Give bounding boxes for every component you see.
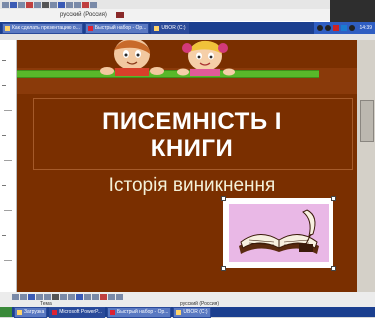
ruler-mark — [4, 160, 12, 161]
taskbar: Как сделать презентацию о... Быстрый наб… — [0, 22, 375, 34]
toolbar-button-icon[interactable] — [18, 1, 25, 8]
taskbar-button[interactable]: Быстрый набор - Op... — [106, 306, 172, 318]
ruler-tick — [2, 135, 6, 136]
ruler-tick — [2, 85, 6, 86]
formatting-toolbar — [0, 0, 332, 9]
ruler-tick — [2, 185, 6, 186]
toolbar-button-icon[interactable] — [84, 293, 91, 300]
slide-title[interactable]: ПИСЕМНІСТЬ І КНИГИ — [33, 108, 351, 162]
selection-handle[interactable] — [331, 266, 336, 271]
slide-canvas[interactable]: ПИСЕМНІСТЬ І КНИГИ Історія виникнення — [17, 40, 357, 293]
ruler-tick — [2, 60, 6, 61]
taskbar-button-label: Быстрый набор - Op... — [116, 308, 169, 315]
vertical-ruler — [0, 40, 17, 298]
toolbar-button-icon[interactable] — [66, 1, 73, 8]
toolbar-button-icon[interactable] — [26, 1, 33, 8]
folder-icon — [17, 309, 22, 315]
volume-icon[interactable] — [349, 25, 356, 31]
taskbar-button-label: UBOR (C:) — [161, 24, 186, 31]
toolbar-button-icon[interactable] — [74, 1, 81, 8]
language-bar: русский (Россия) — [0, 9, 330, 21]
scrollbar-thumb[interactable] — [360, 100, 374, 142]
network-icon[interactable] — [341, 25, 348, 31]
powerpoint-icon — [52, 309, 58, 315]
taskbar-button-label: UBOR (C:) — [183, 308, 208, 315]
taskbar-bottom: Загрузка Microsoft PowerP... Быстрый наб… — [0, 306, 375, 318]
taskbar-button[interactable]: Как сделать презентацию о... — [2, 22, 83, 34]
selection-handle[interactable] — [331, 196, 336, 201]
toolbar-button-icon[interactable] — [42, 1, 49, 8]
toolbar-button-icon[interactable] — [108, 293, 115, 300]
system-tray: 14:39 — [314, 22, 375, 34]
language-label[interactable]: русский (Россия) — [60, 12, 107, 18]
opera-icon — [109, 309, 115, 315]
toolbar-button-icon[interactable] — [60, 293, 67, 300]
opera-icon — [87, 25, 93, 31]
slide-title-line-2: КНИГИ — [150, 135, 234, 162]
toolbar-button-icon[interactable] — [20, 293, 27, 300]
toolbar-button-icon[interactable] — [116, 293, 123, 300]
toolbar-button-icon[interactable] — [90, 1, 97, 8]
taskbar-button-label: Как сделать презентацию о... — [12, 24, 80, 31]
clock[interactable]: 14:39 — [359, 25, 372, 31]
toolbar-button-icon[interactable] — [10, 1, 17, 8]
taskbar-button-label: Загрузка — [24, 308, 45, 315]
toolbar-button-icon[interactable] — [50, 1, 57, 8]
toolbar-button-icon[interactable] — [36, 293, 43, 300]
taskbar-button[interactable]: UBOR (C:) — [151, 22, 189, 34]
drawing-toolbar-bottom — [0, 292, 375, 301]
toolbar-button-icon[interactable] — [92, 293, 99, 300]
ruler-mark — [4, 110, 12, 111]
toolbar-button-icon[interactable] — [58, 1, 65, 8]
children-illustration[interactable] — [77, 40, 257, 76]
toolbar-button-icon[interactable] — [12, 293, 19, 300]
taskbar-button-label: Быстрый набор - Op... — [94, 24, 147, 31]
toolbar-button-icon[interactable] — [2, 1, 9, 8]
selection-handle[interactable] — [221, 266, 226, 271]
slide-title-line-1: ПИСЕМНІСТЬ І — [102, 108, 282, 135]
toolbar-button-icon[interactable] — [44, 293, 51, 300]
toolbar-button-icon[interactable] — [82, 1, 89, 8]
taskbar-button[interactable]: UBOR (C:) — [173, 306, 211, 318]
drive-icon — [154, 25, 160, 31]
taskbar-button[interactable]: Microsoft PowerP... — [49, 306, 105, 318]
toolbar-button-icon[interactable] — [52, 293, 59, 300]
top-window-chrome: русский (Россия) Как сделать презентацию… — [0, 0, 375, 40]
start-button[interactable] — [0, 307, 12, 317]
folder-icon — [5, 25, 10, 31]
drive-icon — [176, 309, 182, 315]
ruler-tick — [2, 235, 6, 236]
book-picture[interactable] — [223, 198, 333, 268]
taskbar-button-label: Microsoft PowerP... — [59, 308, 102, 315]
taskbar-button[interactable]: Быстрый набор - Op... — [84, 22, 150, 34]
ruler-mark — [4, 260, 12, 261]
toolbar-button-icon[interactable] — [100, 293, 107, 300]
toolbar-button-icon[interactable] — [28, 293, 35, 300]
toolbar-button-icon[interactable] — [68, 293, 75, 300]
vertical-scrollbar[interactable] — [357, 40, 375, 298]
toolbar-button-icon[interactable] — [76, 293, 83, 300]
taskbar-button[interactable]: Загрузка — [14, 306, 48, 318]
selection-handle[interactable] — [221, 196, 226, 201]
window-corner — [330, 0, 375, 22]
slide-subtitle[interactable]: Історія виникнення — [33, 175, 351, 197]
tray-icon[interactable] — [325, 25, 332, 31]
tray-icon[interactable] — [317, 25, 324, 31]
ruler-mark — [4, 210, 12, 211]
language-flag-icon[interactable] — [116, 12, 124, 18]
open-book-icon — [239, 209, 319, 254]
toolbar-button-icon[interactable] — [34, 1, 41, 8]
bottom-window-chrome: Тема русский (Россия) Загрузка Microsoft… — [0, 292, 375, 318]
antivirus-icon[interactable] — [333, 25, 340, 31]
